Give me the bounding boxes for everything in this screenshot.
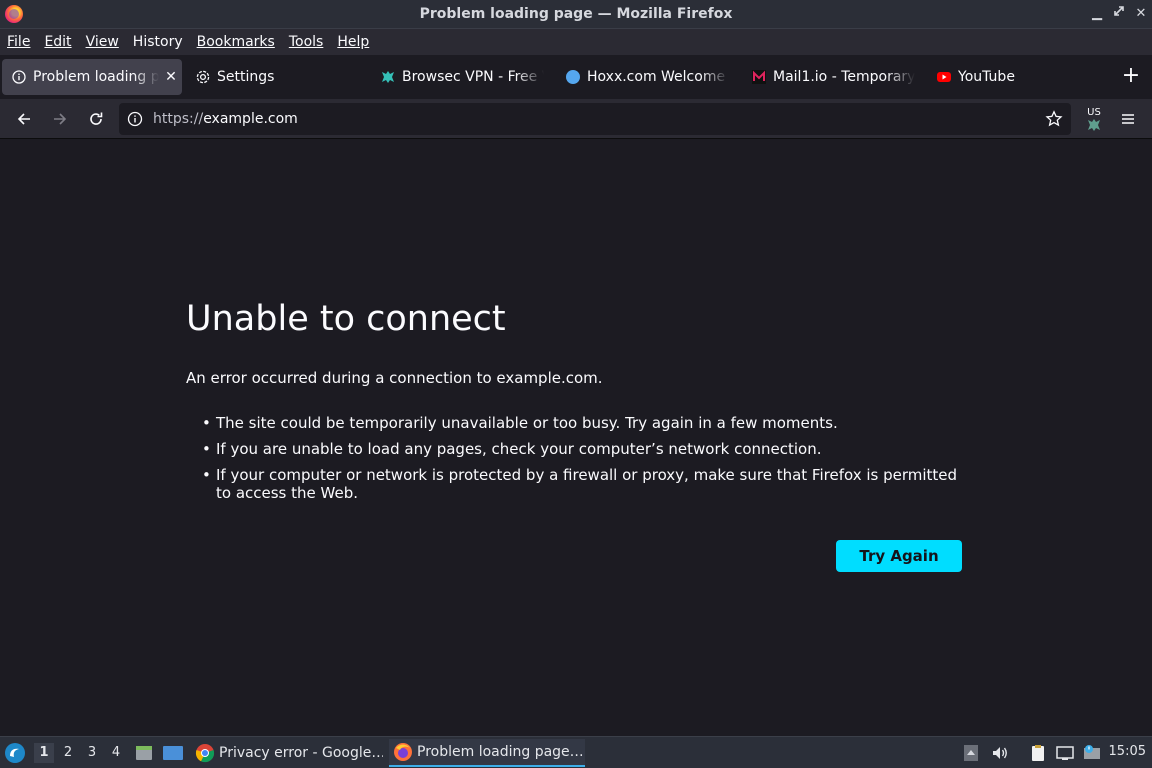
- menu-bookmarks[interactable]: Bookmarks: [197, 29, 275, 55]
- tab-close-icon[interactable]: ✕: [163, 69, 179, 85]
- restore-icon[interactable]: [1110, 5, 1128, 23]
- menu-edit[interactable]: Edit: [44, 29, 71, 55]
- workspace-1[interactable]: 1: [34, 743, 54, 763]
- error-suggestions-list: The site could be temporarily unavailabl…: [186, 414, 966, 502]
- error-title: Unable to connect: [186, 299, 506, 339]
- navigation-toolbar: https://example.com US: [0, 99, 1152, 139]
- tab-label: Settings: [217, 69, 275, 85]
- suggestion-item: If you are unable to load any pages, che…: [202, 440, 966, 458]
- file-manager-launcher[interactable]: [134, 737, 154, 768]
- tab-label: Mail1.io - Temporary Email: [773, 69, 915, 85]
- tab-strip: Problem loading page ✕ Settings Browsec …: [0, 55, 1152, 99]
- task-chrome-privacy-error[interactable]: Privacy error - Google…: [191, 739, 383, 767]
- tab-label: Hoxx.com Welcome Page: [587, 69, 729, 85]
- suggestion-item: The site could be temporarily unavailabl…: [202, 414, 966, 432]
- workspace-4[interactable]: 4: [106, 743, 126, 763]
- workspace-3[interactable]: 3: [82, 743, 102, 763]
- task-firefox-problem-loading[interactable]: Problem loading page…: [389, 739, 585, 767]
- clipboard-icon[interactable]: [1028, 743, 1048, 763]
- url-scheme: https://: [153, 111, 204, 127]
- menu-help[interactable]: Help: [337, 29, 369, 55]
- menu-bar: File Edit View History Bookmarks Tools H…: [0, 29, 1152, 55]
- page-content: Unable to connect An error occurred duri…: [0, 140, 1152, 736]
- menu-view[interactable]: View: [86, 29, 119, 55]
- youtube-icon: [936, 69, 952, 85]
- start-menu-button[interactable]: [4, 737, 26, 768]
- gear-icon: [195, 69, 211, 85]
- network-icon[interactable]: [1055, 743, 1075, 763]
- desktop-icon: [163, 746, 183, 760]
- taskbar: 1 2 3 4 Privacy error - Google… Problem …: [0, 736, 1152, 768]
- window-title: Problem loading page — Mozilla Firefox: [419, 6, 733, 22]
- menu-file[interactable]: File: [7, 29, 30, 55]
- tab-label: YouTube: [958, 69, 1015, 85]
- tab-browsec[interactable]: Browsec VPN - Free VPN: [380, 59, 548, 95]
- tab-label: Browsec VPN - Free VPN: [402, 69, 544, 85]
- tab-hoxx[interactable]: Hoxx.com Welcome Page: [565, 59, 733, 95]
- url-bar[interactable]: https://example.com: [119, 103, 1071, 135]
- browsec-icon: [380, 69, 396, 85]
- app-menu-button[interactable]: [1116, 107, 1140, 131]
- back-button[interactable]: [12, 107, 36, 131]
- vpn-country-badge: US: [1087, 106, 1101, 118]
- back-arrow-icon: [17, 113, 30, 125]
- mail1-icon: [751, 69, 767, 85]
- browsec-vpn-button[interactable]: US: [1081, 103, 1107, 135]
- browsec-icon: [1088, 118, 1100, 131]
- forward-button[interactable]: [48, 107, 72, 131]
- menu-history[interactable]: History: [133, 29, 183, 55]
- workspace-2[interactable]: 2: [58, 743, 78, 763]
- desktop-launcher[interactable]: [162, 737, 184, 768]
- error-description: An error occurred during a connection to…: [186, 369, 603, 387]
- url-host: example.com: [203, 111, 298, 127]
- error-container: Unable to connect An error occurred duri…: [186, 298, 966, 510]
- globe-icon: [565, 69, 581, 85]
- notification-icon[interactable]: [1082, 743, 1102, 763]
- url-input[interactable]: https://example.com: [153, 103, 1033, 135]
- menu-tools[interactable]: Tools: [289, 29, 324, 55]
- file-manager-icon: [136, 746, 152, 760]
- tab-mail1[interactable]: Mail1.io - Temporary Email: [751, 59, 919, 95]
- hamburger-menu-icon: [1122, 114, 1134, 124]
- task-label: Problem loading page…: [417, 744, 584, 760]
- firefox-icon: [394, 743, 412, 761]
- start-menu-icon: [5, 743, 25, 763]
- chrome-icon: [195, 744, 215, 763]
- bookmark-star-icon[interactable]: [1045, 110, 1063, 128]
- minimize-icon[interactable]: ▁: [1088, 5, 1106, 23]
- site-info-icon[interactable]: [127, 111, 143, 127]
- tab-problem-loading[interactable]: Problem loading page ✕: [2, 59, 182, 95]
- suggestion-item: If your computer or network is protected…: [202, 466, 966, 502]
- clock: 15:05: [1108, 744, 1146, 759]
- reload-icon: [90, 112, 103, 125]
- tab-label: Problem loading page: [33, 69, 159, 85]
- tab-settings[interactable]: Settings: [195, 59, 365, 95]
- close-window-icon[interactable]: ✕: [1132, 5, 1150, 23]
- tab-youtube[interactable]: YouTube: [936, 59, 1096, 95]
- task-label: Privacy error - Google…: [219, 745, 383, 761]
- reload-button[interactable]: [84, 107, 108, 131]
- info-icon: [11, 69, 27, 85]
- forward-arrow-icon: [54, 113, 67, 125]
- volume-icon[interactable]: [990, 743, 1010, 763]
- window-titlebar: Problem loading page — Mozilla Firefox ▁…: [0, 0, 1152, 29]
- try-again-button[interactable]: Try Again: [836, 540, 962, 572]
- tray-up-arrow-icon[interactable]: [962, 743, 982, 763]
- new-tab-button[interactable]: +: [1120, 65, 1142, 88]
